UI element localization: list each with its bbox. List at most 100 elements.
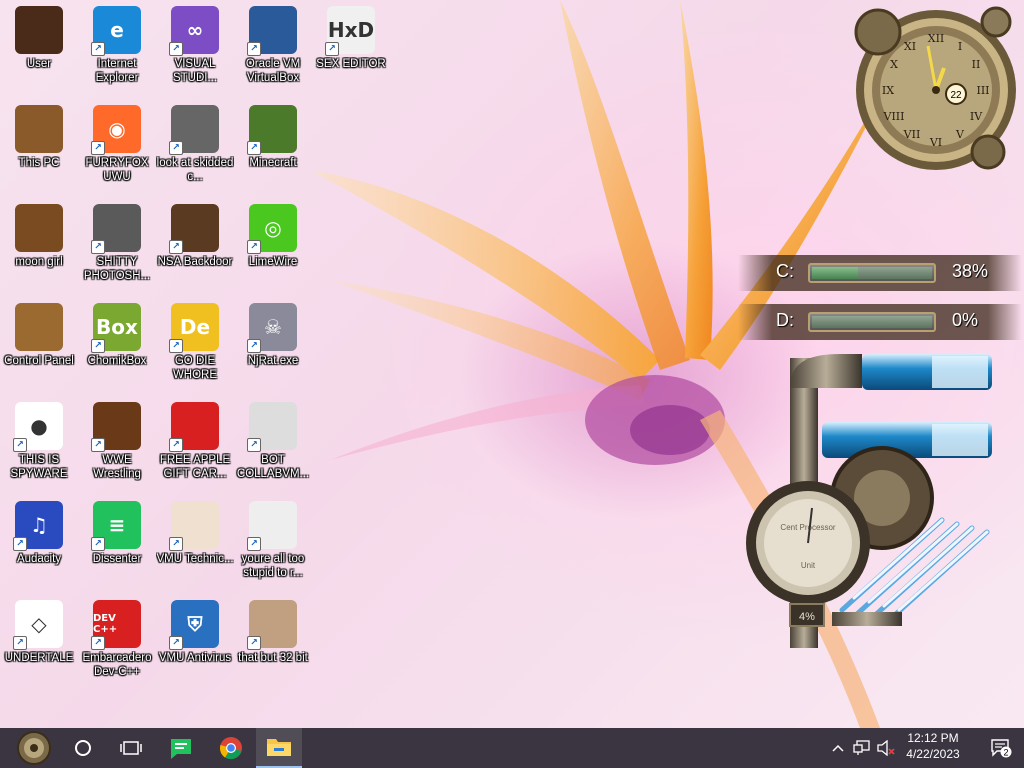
notification-count: 2 bbox=[1003, 748, 1008, 758]
desktop-icon[interactable]: ● ↗ THIS IS SPYWARE bbox=[0, 402, 78, 498]
svg-text:II: II bbox=[972, 58, 981, 71]
dissenter-icon bbox=[171, 739, 191, 759]
desktop-icon[interactable]: ◉ ↗ FURRYFOX UWU bbox=[78, 105, 156, 201]
drive-d-meter[interactable]: D: 0% bbox=[738, 304, 1022, 340]
drive-d-percent: 0% bbox=[952, 310, 979, 330]
svg-text:XI: XI bbox=[904, 40, 916, 53]
taskbar-chrome[interactable] bbox=[208, 728, 254, 768]
search-button[interactable] bbox=[60, 728, 106, 768]
desktop-icon[interactable]: ☠ ↗ NjRat.exe bbox=[234, 303, 312, 399]
shortcut-arrow-icon: ↗ bbox=[247, 339, 261, 353]
desktop-icon[interactable]: ↗ VMU Technic... bbox=[156, 501, 234, 597]
svg-text:VI: VI bbox=[929, 136, 942, 149]
desktop-icon[interactable]: ↗ Minecraft bbox=[234, 105, 312, 201]
desktop-icon[interactable]: ↗ FREE APPLE GIFT CAR... bbox=[156, 402, 234, 498]
desktop-icon[interactable]: ↗ NSA Backdoor bbox=[156, 204, 234, 300]
svg-text:XII: XII bbox=[928, 32, 945, 45]
desktop-icon-label: Internet Explorer bbox=[95, 58, 139, 84]
desktop-icon[interactable]: Box ↗ ChomikBox bbox=[78, 303, 156, 399]
drive-c-bar bbox=[808, 263, 936, 283]
action-center-button[interactable]: 2 bbox=[978, 728, 1024, 768]
desktop-icon[interactable]: ↗ SHITTY PHOTOSH... bbox=[78, 204, 156, 300]
desktop-icon[interactable]: ↗ that but 32 bit bbox=[234, 600, 312, 696]
desktop-icon[interactable]: ⛨ ↗ VMU Antivirus bbox=[156, 600, 234, 696]
shortcut-arrow-icon: ↗ bbox=[247, 141, 261, 155]
desktop-icon[interactable]: De ↗ GO DIE WHORE bbox=[156, 303, 234, 399]
desktop-icon-label: SHITTY PHOTOSH... bbox=[83, 256, 151, 282]
drive-c-meter[interactable]: C: 38% bbox=[738, 255, 1022, 291]
desktop-icon-label: SEX EDITOR bbox=[316, 58, 386, 70]
gauge-unit: Unit bbox=[801, 561, 816, 570]
audacity-icon: ♫ ↗ bbox=[13, 501, 63, 551]
desktop-icon[interactable]: ♫ ↗ Audacity bbox=[0, 501, 78, 597]
tray-time: 12:12 PM bbox=[907, 731, 959, 745]
shortcut-arrow-icon: ↗ bbox=[169, 636, 183, 650]
drive-c-percent: 38% bbox=[952, 261, 989, 281]
desktop-icon[interactable]: ↗ look at skidded c... bbox=[156, 105, 234, 201]
desktop-icon-label: youre all too stupid to r... bbox=[241, 553, 305, 579]
taskbar-file-explorer[interactable] bbox=[256, 728, 302, 768]
chrome-icon bbox=[219, 737, 242, 760]
shortcut-arrow-icon: ↗ bbox=[169, 240, 183, 254]
desktop-icon[interactable]: ∞ ↗ VISUAL STUDI... bbox=[156, 6, 234, 102]
start-button[interactable] bbox=[10, 728, 58, 768]
desktop-icon-label: Dissenter bbox=[92, 553, 142, 565]
desktop-icon[interactable]: ↗ WWE Wrestling bbox=[78, 402, 156, 498]
shortcut-arrow-icon: ↗ bbox=[247, 537, 261, 551]
tray-overflow-button[interactable] bbox=[828, 728, 848, 768]
desktop-icon-label: that but 32 bit bbox=[238, 652, 308, 664]
shortcut-arrow-icon: ↗ bbox=[91, 537, 105, 551]
svg-text:III: III bbox=[976, 84, 989, 97]
shortcut-arrow-icon: ↗ bbox=[325, 42, 339, 56]
desktop-icon[interactable]: Control Panel bbox=[0, 303, 78, 399]
firefox-icon: ◉ ↗ bbox=[91, 105, 141, 155]
tray-volume-button[interactable] bbox=[874, 728, 898, 768]
doctor-icon: ↗ bbox=[169, 501, 219, 551]
desktop-icon[interactable]: User bbox=[0, 6, 78, 102]
desktop-icon[interactable]: ◇ ↗ UNDERTALE bbox=[0, 600, 78, 696]
minecraft-icon: ↗ bbox=[247, 105, 297, 155]
desktop-icon[interactable]: DEV C++ ↗ Embarcadero Dev-C++ bbox=[78, 600, 156, 696]
desktop-icon[interactable]: ↗ youre all too stupid to r... bbox=[234, 501, 312, 597]
desktop-icon[interactable]: HxD ↗ SEX EDITOR bbox=[312, 6, 390, 102]
drive-c-letter: C: bbox=[776, 261, 794, 281]
this-pc-icon bbox=[15, 105, 63, 153]
imac-icon: ↗ bbox=[247, 402, 297, 452]
desktop-icon-label: User bbox=[26, 58, 52, 70]
portrait-icon: ↗ bbox=[247, 501, 297, 551]
edge-browser-icon: e ↗ bbox=[91, 6, 141, 56]
taskbar-dissenter[interactable] bbox=[158, 728, 204, 768]
desktop-icon[interactable]: e ↗ Internet Explorer bbox=[78, 6, 156, 102]
desktop-icon-label: VMU Technic... bbox=[156, 553, 234, 565]
control-panel-icon bbox=[15, 303, 63, 351]
taskbar: 12:12 PM 4/22/2023 2 bbox=[0, 728, 1024, 768]
hex-editor-icon: HxD ↗ bbox=[325, 6, 375, 56]
steampunk-clock-gadget[interactable]: XIIIII IIIIVV VIVIIVIII IXXXI 22 bbox=[848, 2, 1020, 172]
desktop-icon[interactable]: ≡ ↗ Dissenter bbox=[78, 501, 156, 597]
tray-clock[interactable]: 12:12 PM 4/22/2023 bbox=[900, 731, 966, 761]
shortcut-arrow-icon: ↗ bbox=[169, 537, 183, 551]
desktop-icon[interactable]: moon girl bbox=[0, 204, 78, 300]
tray-network-button[interactable] bbox=[850, 728, 874, 768]
nsa-backdoor-icon: ↗ bbox=[169, 204, 219, 254]
svg-text:V: V bbox=[955, 128, 965, 141]
folder-icon bbox=[267, 739, 291, 756]
dissenter-icon: ≡ ↗ bbox=[91, 501, 141, 551]
desktop-icon[interactable]: ↗ Oracle VM VirtualBox bbox=[234, 6, 312, 102]
svg-text:IV: IV bbox=[970, 110, 983, 123]
gimp-icon: ↗ bbox=[91, 204, 141, 254]
desktop-icon-label: Control Panel bbox=[4, 355, 74, 367]
desktop-icon[interactable]: This PC bbox=[0, 105, 78, 201]
desktop-icon-label: Minecraft bbox=[249, 157, 297, 169]
desktop-icon[interactable]: ↗ BOT COLLABVM... bbox=[234, 402, 312, 498]
moon-girl-icon bbox=[15, 204, 63, 252]
desktop-icon-label: VISUAL STUDI... bbox=[172, 58, 218, 84]
shortcut-arrow-icon: ↗ bbox=[169, 141, 183, 155]
steampunk-cpu-gadget[interactable]: Cent Processor Unit 4% bbox=[742, 348, 1000, 650]
windows-stack-icon: ↗ bbox=[169, 105, 219, 155]
desktop-icon-label: NjRat.exe bbox=[247, 355, 299, 367]
desktop-icon[interactable]: ◎ ↗ LimeWire bbox=[234, 204, 312, 300]
drive-d-bar bbox=[808, 312, 936, 332]
task-view-button[interactable] bbox=[108, 728, 154, 768]
limewire-icon: ◎ ↗ bbox=[247, 204, 297, 254]
